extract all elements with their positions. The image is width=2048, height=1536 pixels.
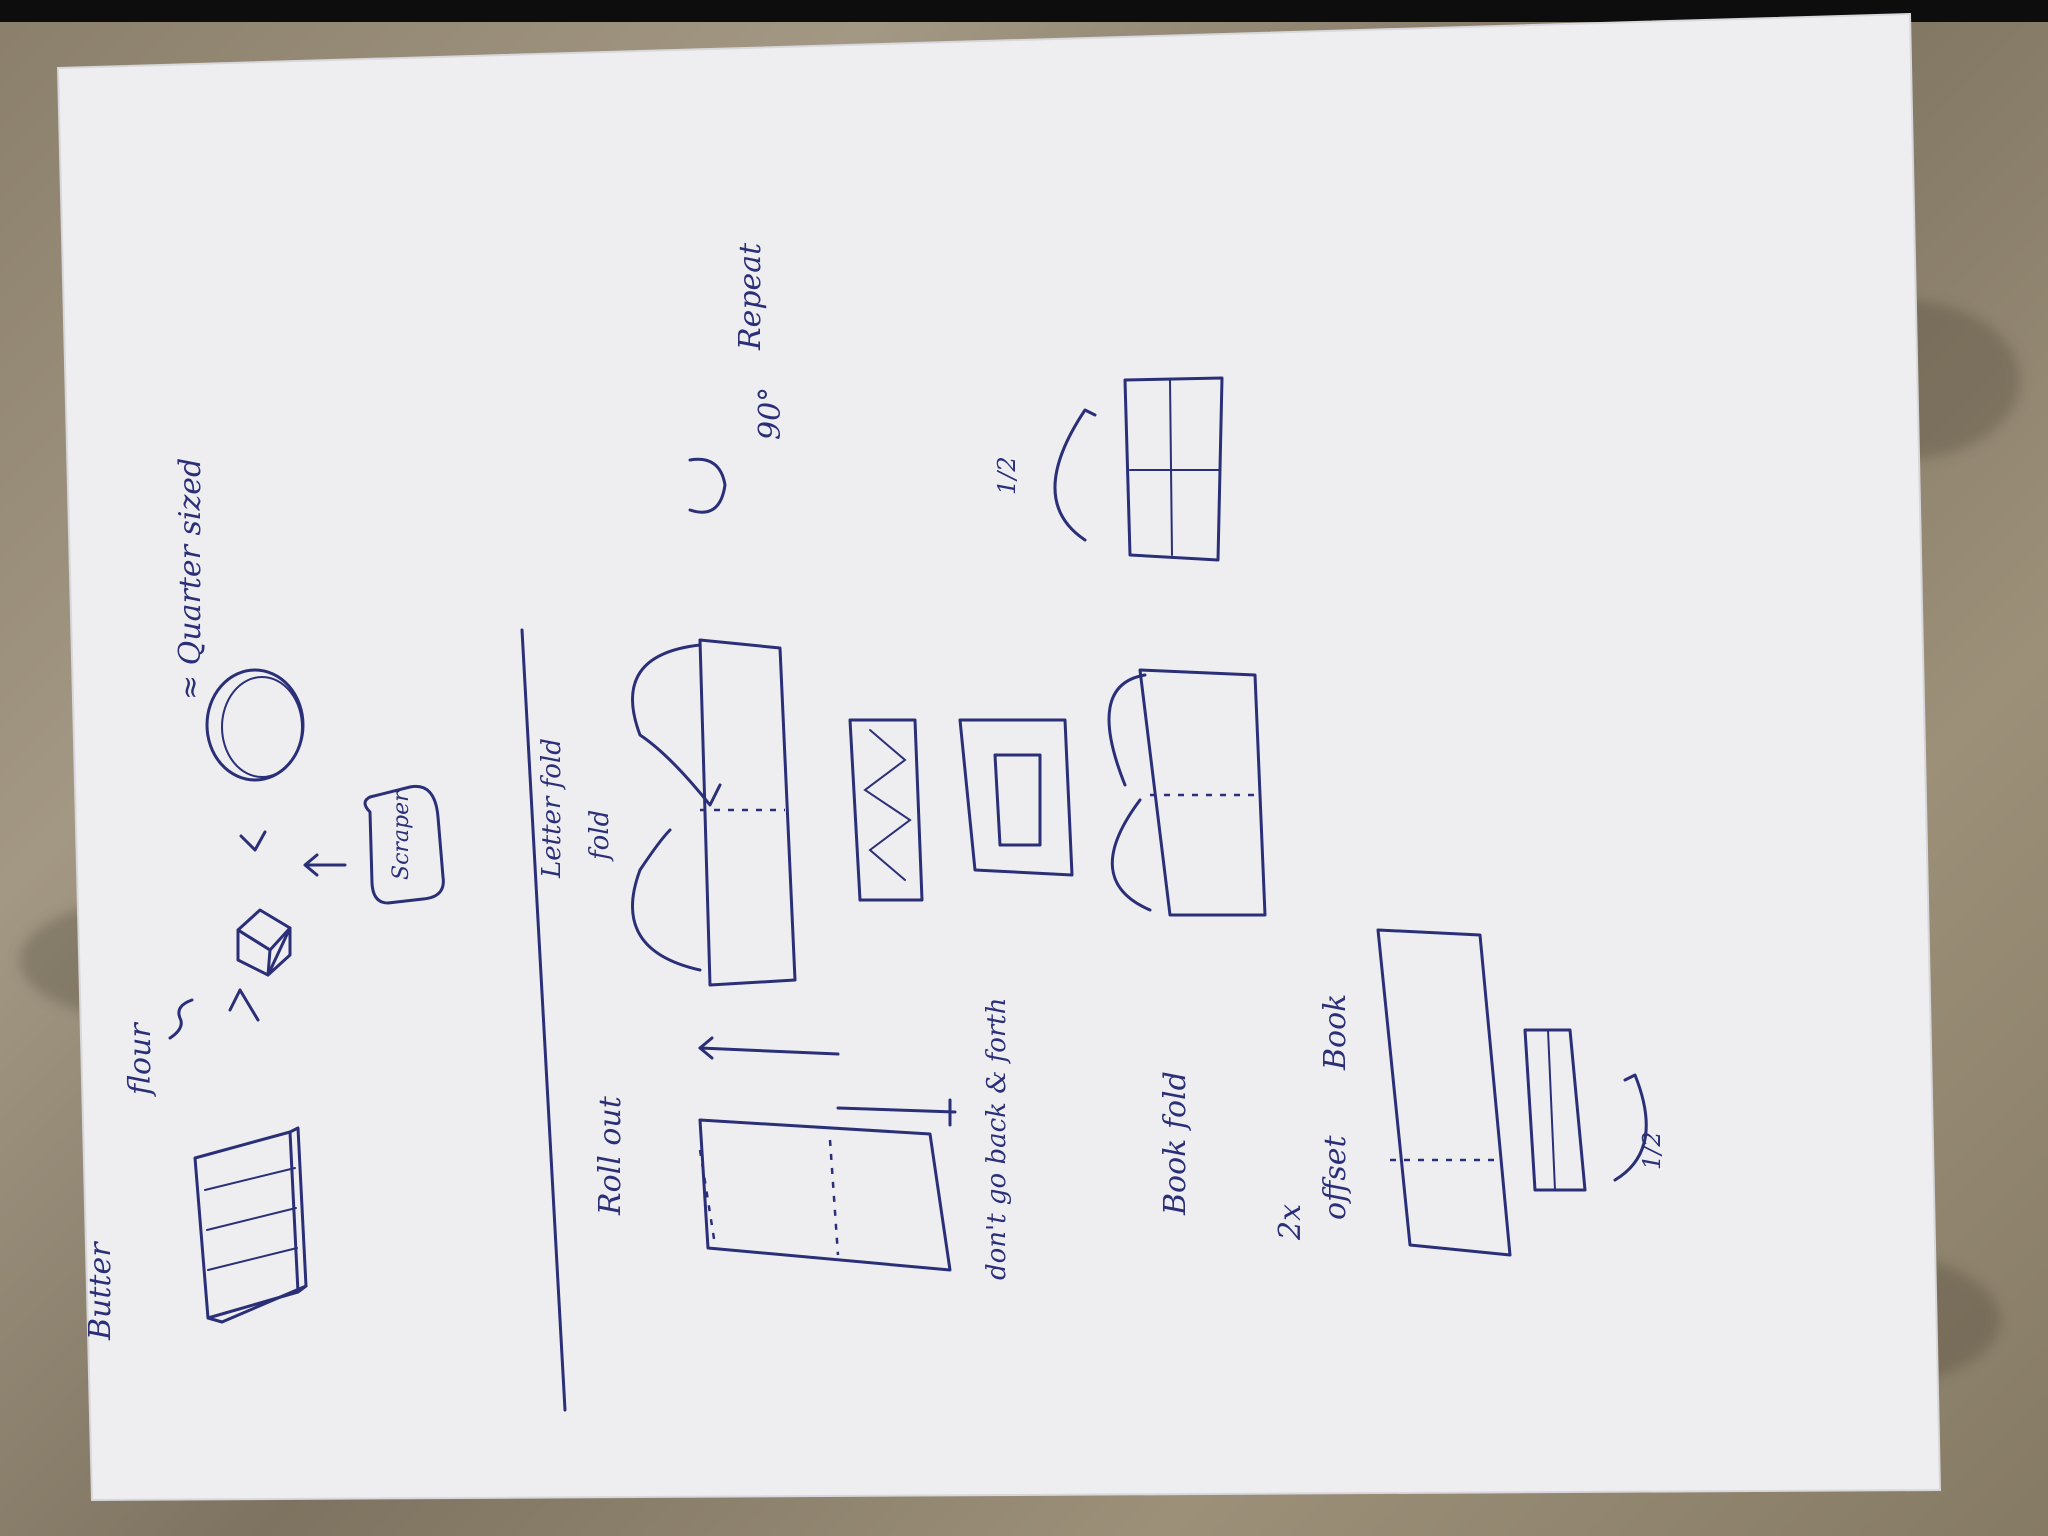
offset-label: offset: [1318, 1135, 1353, 1220]
two-x-label: 2x: [1273, 1204, 1308, 1241]
sketch-sheet: Butter flour ≈ Quarter sized Scraper Rol…: [56, 12, 1942, 1502]
letter-fold-label: Letter fold: [537, 738, 567, 879]
roll-out-label: Roll out: [593, 1095, 628, 1216]
scraper-label: Scraper: [389, 790, 414, 880]
book-fold-label: Book fold: [1158, 1071, 1193, 1216]
turn-90-label: 90°: [753, 387, 788, 440]
flour-label: flour: [123, 1022, 158, 1097]
dont-go-back-forth-label: don't go back & forth: [982, 998, 1012, 1281]
repeat-label: Repeat: [733, 242, 768, 351]
butter-label: Butter: [83, 1241, 118, 1341]
quarter-sized-label: ≈ Quarter sized: [173, 458, 208, 700]
fold-word-label: fold: [585, 810, 615, 862]
half-bottom-label: 1/2: [1638, 1131, 1666, 1170]
half-top-label: 1/2: [993, 456, 1021, 495]
book-label: Book: [1318, 994, 1353, 1071]
